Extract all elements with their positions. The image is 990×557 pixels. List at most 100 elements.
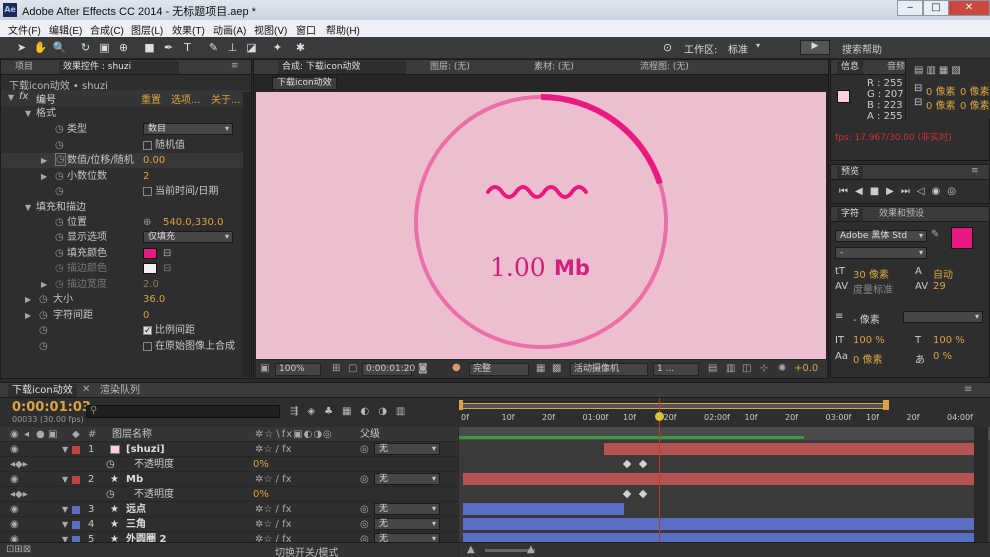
- text-tool-icon[interactable]: T: [180, 40, 195, 55]
- eye-icon[interactable]: ◉: [10, 502, 19, 517]
- search-help-icon[interactable]: ▶: [800, 40, 830, 55]
- layer-name[interactable]: 远点: [126, 502, 146, 517]
- tab-effects-presets[interactable]: 效果和预设: [875, 208, 928, 221]
- layer-name-header[interactable]: 图层名称: [112, 427, 152, 442]
- stroke-type-dropdown[interactable]: [903, 311, 983, 323]
- menu-effect[interactable]: 效果(T): [172, 22, 205, 37]
- tab-preview[interactable]: 预览: [837, 166, 864, 179]
- layer-name[interactable]: [shuzi]: [126, 442, 165, 457]
- group-fill-stroke[interactable]: ▼ 填充和描边: [1, 200, 251, 215]
- keyframe-icon[interactable]: [622, 489, 632, 499]
- position-value[interactable]: 540.0,330.0: [163, 215, 223, 230]
- puppet-tool-icon[interactable]: ✱: [293, 40, 308, 55]
- current-time-indicator[interactable]: [659, 398, 660, 557]
- fx-icon[interactable]: fx: [19, 91, 28, 102]
- eyedropper-icon[interactable]: ✎: [931, 229, 939, 240]
- transparency-grid-icon[interactable]: ▩: [552, 363, 561, 374]
- clone-stamp-tool-icon[interactable]: ⊥: [225, 40, 240, 55]
- parent-header[interactable]: 父级: [360, 427, 380, 442]
- layer-bar[interactable]: [463, 473, 974, 485]
- snapping-icon[interactable]: ⊙: [660, 40, 675, 55]
- layer-search-input[interactable]: ⚲: [86, 405, 280, 418]
- menu-view[interactable]: 视图(V): [254, 22, 287, 37]
- tsume-value[interactable]: 0 %: [933, 351, 952, 362]
- maximize-button[interactable]: □: [923, 0, 949, 16]
- offset-value[interactable]: 0.00: [143, 153, 165, 168]
- preview-controls[interactable]: ⏮◀■▶⏭◁◉◎: [839, 186, 963, 197]
- property-value[interactable]: 0%: [253, 487, 269, 502]
- hand-tool-icon[interactable]: ✋: [33, 40, 48, 55]
- layer-name[interactable]: 三角: [126, 517, 146, 532]
- menu-file[interactable]: 文件(F): [8, 22, 41, 37]
- camera-tool-icon[interactable]: ▣: [97, 40, 112, 55]
- fill-color-swatch[interactable]: [143, 248, 157, 259]
- brush-tool-icon[interactable]: ✎: [206, 40, 221, 55]
- workspace-value[interactable]: 标准: [728, 41, 748, 56]
- menu-layer[interactable]: 图层(L): [131, 22, 163, 37]
- fast-preview-icon[interactable]: ▥: [726, 363, 735, 374]
- roto-brush-tool-icon[interactable]: ✦: [270, 40, 285, 55]
- snapshot-icon[interactable]: ◙: [418, 363, 428, 374]
- font-dropdown[interactable]: Adobe 黑体 Std: [835, 230, 927, 242]
- kerning-value[interactable]: 度量标准: [853, 281, 893, 296]
- property-row[interactable]: ◂◆▸ ◷ 不透明度 0%: [0, 457, 458, 472]
- layer-row[interactable]: ◉ ▼ 2 ★ Mb ✲☆ ∕ fx ◎ 无: [0, 472, 458, 487]
- comp-subtab[interactable]: 下载icon动效: [272, 77, 337, 90]
- keyframe-icon[interactable]: [638, 489, 648, 499]
- property-value[interactable]: 0%: [253, 457, 269, 472]
- proportional-checkbox[interactable]: ✓: [143, 326, 152, 336]
- parent-dropdown[interactable]: 无: [374, 518, 440, 530]
- work-area-end-handle[interactable]: [883, 400, 889, 410]
- panel-menu-icon[interactable]: ≡: [971, 166, 979, 176]
- flowchart-icon[interactable]: ⊹: [760, 363, 768, 374]
- expand-triangle-icon[interactable]: ▼: [62, 442, 68, 457]
- rotate-tool-icon[interactable]: ↻: [78, 40, 93, 55]
- decimals-value[interactable]: 2: [143, 169, 149, 184]
- keyframe-icon[interactable]: [638, 459, 648, 469]
- tab-layer[interactable]: 图层: (无): [426, 61, 474, 74]
- tab-effect-controls[interactable]: 效果控件 : shuzi: [59, 61, 179, 74]
- pickwhip-icon[interactable]: ◎: [360, 442, 369, 457]
- search-help-label[interactable]: 搜索帮助: [842, 41, 882, 56]
- expand-triangle-icon[interactable]: ▼: [62, 472, 68, 487]
- layout-icon[interactable]: ▤: [708, 363, 717, 374]
- switch-icons[interactable]: ✲☆ ∕ fx: [255, 502, 292, 517]
- parent-dropdown[interactable]: 无: [374, 443, 440, 455]
- exposure-value[interactable]: +0.0: [794, 363, 818, 374]
- keyframe-nav-icon[interactable]: ◂◆▸: [10, 487, 28, 502]
- grid-icon[interactable]: ⊞: [332, 363, 340, 374]
- scrollbar[interactable]: [243, 92, 251, 377]
- font-size-value[interactable]: 30 像素: [853, 266, 889, 281]
- tab-footage[interactable]: 素材: (无): [530, 61, 578, 74]
- vertical-scrollbar[interactable]: [974, 427, 988, 542]
- keyframe-icon[interactable]: [622, 459, 632, 469]
- composition-canvas[interactable]: 1.00 Mb: [256, 92, 826, 359]
- timeline-graph[interactable]: 0f 10f 20f 01:00f 10f 20f 02:00f 10f 20f 03:00f 10…: [459, 398, 990, 557]
- pickwhip-icon[interactable]: ◎: [360, 472, 369, 487]
- vertical-scale-value[interactable]: 100 %: [853, 335, 885, 346]
- leading-value[interactable]: 自动: [933, 266, 953, 281]
- eraser-tool-icon[interactable]: ◪: [244, 40, 259, 55]
- expand-triangle-icon[interactable]: ▼: [62, 517, 68, 532]
- time-ruler[interactable]: 0f 10f 20f 01:00f 10f 20f 02:00f 10f 20f 03:00f 10…: [459, 398, 990, 427]
- label-color-swatch[interactable]: [72, 521, 80, 529]
- close-tab-icon[interactable]: ✕: [82, 384, 90, 395]
- channel-icon[interactable]: ●: [452, 362, 461, 373]
- zoom-dropdown[interactable]: 100%: [275, 363, 321, 376]
- options-link[interactable]: 选项...: [171, 91, 201, 106]
- toggle-switches-modes[interactable]: 切换开关/模式: [275, 544, 338, 557]
- collapse-triangle-icon[interactable]: ▼: [8, 93, 14, 102]
- align-px-3[interactable]: 0 像素: [960, 83, 990, 98]
- about-link[interactable]: 关于...: [211, 91, 241, 106]
- expand-triangle-icon[interactable]: ▼: [62, 502, 68, 517]
- pickwhip-icon[interactable]: ◎: [360, 502, 369, 517]
- menu-edit[interactable]: 编辑(E): [49, 22, 82, 37]
- stroke-width-value[interactable]: - 像素: [853, 311, 880, 326]
- work-area-bar[interactable]: [461, 403, 885, 409]
- size-value[interactable]: 36.0: [143, 292, 165, 307]
- parent-dropdown[interactable]: 无: [374, 503, 440, 515]
- stroke-width-value[interactable]: 2.0: [143, 277, 159, 292]
- label-color-swatch[interactable]: [72, 476, 80, 484]
- camera-dropdown[interactable]: 活动摄像机: [570, 363, 648, 376]
- align-px-4[interactable]: 0 像素: [960, 97, 990, 112]
